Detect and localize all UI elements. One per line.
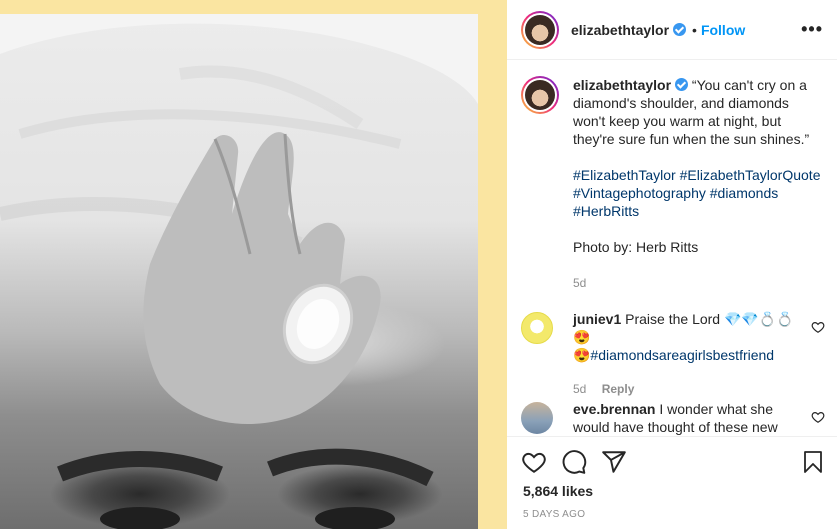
caption-username[interactable]: elizabethtaylor: [573, 77, 671, 93]
post-photo[interactable]: [0, 14, 478, 529]
post-actions: 5,864 likes 5 DAYS AGO: [507, 436, 837, 529]
author-username[interactable]: elizabethtaylor: [571, 22, 669, 38]
caption-age: 5d: [573, 276, 587, 290]
photo-credit: Photo by: Herb Ritts: [573, 239, 699, 255]
comments-scroll-area[interactable]: elizabethtaylor “You can't cry on a diam…: [507, 60, 837, 436]
comment-item: juniev1 Praise the Lord 💎💎💍💍😍 😍#diamonds…: [521, 310, 827, 398]
verified-badge-icon: [673, 23, 687, 36]
hashtag-link[interactable]: #diamonds: [710, 185, 779, 201]
comment-hashtag[interactable]: 😍#diamondsareagirlsbestfriend: [573, 346, 803, 364]
post-header: elizabethtaylor • Follow •••: [507, 0, 837, 60]
post-caption: elizabethtaylor “You can't cry on a diam…: [521, 76, 823, 292]
hashtag-link[interactable]: #ElizabethTaylor: [573, 167, 676, 183]
more-options-icon[interactable]: •••: [801, 19, 823, 40]
comment-username[interactable]: eve.brennan: [573, 401, 655, 417]
post-timestamp[interactable]: 5 DAYS AGO: [523, 509, 585, 520]
caption-avatar[interactable]: [521, 76, 559, 114]
author-avatar[interactable]: [521, 10, 559, 49]
comment-username[interactable]: juniev1: [573, 311, 621, 327]
follow-button[interactable]: Follow: [701, 22, 745, 38]
hashtag-link[interactable]: #Vintagephotography: [573, 185, 706, 201]
comment-icon[interactable]: [561, 449, 587, 475]
like-comment-heart-icon[interactable]: [811, 320, 825, 334]
share-icon[interactable]: [601, 449, 627, 475]
bookmark-icon[interactable]: [801, 449, 825, 475]
header-separator: •: [692, 21, 697, 38]
commenter-avatar[interactable]: [521, 312, 553, 344]
reply-button[interactable]: Reply: [602, 382, 635, 396]
comment-item: eve.brennan I wonder what she would have…: [521, 400, 827, 436]
comment-age: 5d: [573, 382, 587, 396]
hashtag-link[interactable]: #ElizabethTaylorQuote: [680, 167, 821, 183]
like-comment-heart-icon[interactable]: [811, 410, 825, 424]
post-sidebar: elizabethtaylor • Follow ••• elizabethta…: [507, 0, 837, 529]
heart-icon[interactable]: [521, 449, 547, 475]
post-photo-pane: [0, 0, 507, 529]
photo-illustration: [0, 14, 478, 529]
commenter-avatar[interactable]: [521, 402, 553, 434]
hashtag-link[interactable]: #HerbRitts: [573, 203, 639, 219]
likes-count[interactable]: 5,864 likes: [523, 483, 593, 499]
caption-hashtags: #ElizabethTaylor #ElizabethTaylorQuote #…: [573, 166, 823, 220]
verified-badge-icon: [675, 78, 689, 91]
